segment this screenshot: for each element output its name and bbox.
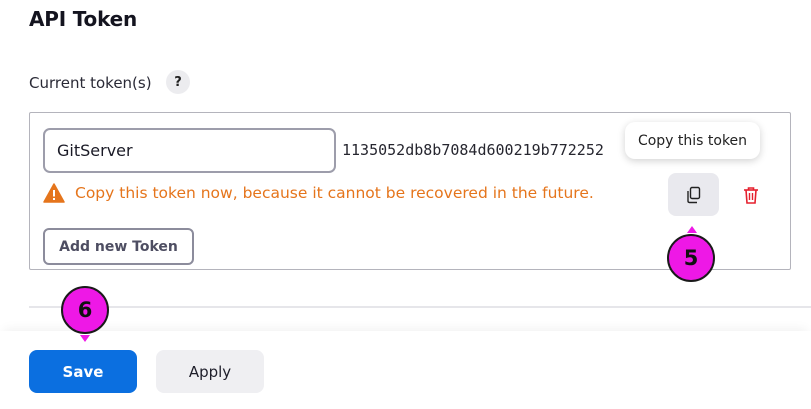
help-icon[interactable]: ? bbox=[166, 70, 190, 94]
copy-token-button[interactable] bbox=[668, 173, 719, 216]
step-marker-5: 5 bbox=[667, 234, 715, 282]
delete-token-button[interactable] bbox=[739, 183, 763, 207]
warning-text: Copy this token now, because it cannot b… bbox=[75, 184, 594, 202]
section-title: API Token bbox=[29, 7, 138, 31]
trash-icon bbox=[744, 187, 758, 204]
add-new-token-button[interactable]: Add new Token bbox=[43, 228, 194, 265]
section-divider bbox=[29, 306, 811, 308]
token-name-input[interactable] bbox=[43, 128, 336, 173]
token-warning: Copy this token now, because it cannot b… bbox=[43, 183, 594, 203]
apply-button[interactable]: Apply bbox=[156, 350, 264, 393]
save-button[interactable]: Save bbox=[29, 350, 137, 393]
current-tokens-label: Current token(s) bbox=[29, 74, 152, 92]
copy-icon bbox=[686, 186, 700, 203]
warning-triangle-icon bbox=[43, 183, 65, 203]
step-marker-6: 6 bbox=[61, 286, 109, 334]
copy-token-tooltip: Copy this token bbox=[625, 122, 760, 159]
marker-6-pointer bbox=[80, 335, 90, 342]
marker-5-pointer bbox=[687, 226, 697, 233]
token-value: 1135052db8b7084d600219b772252 bbox=[342, 141, 604, 159]
